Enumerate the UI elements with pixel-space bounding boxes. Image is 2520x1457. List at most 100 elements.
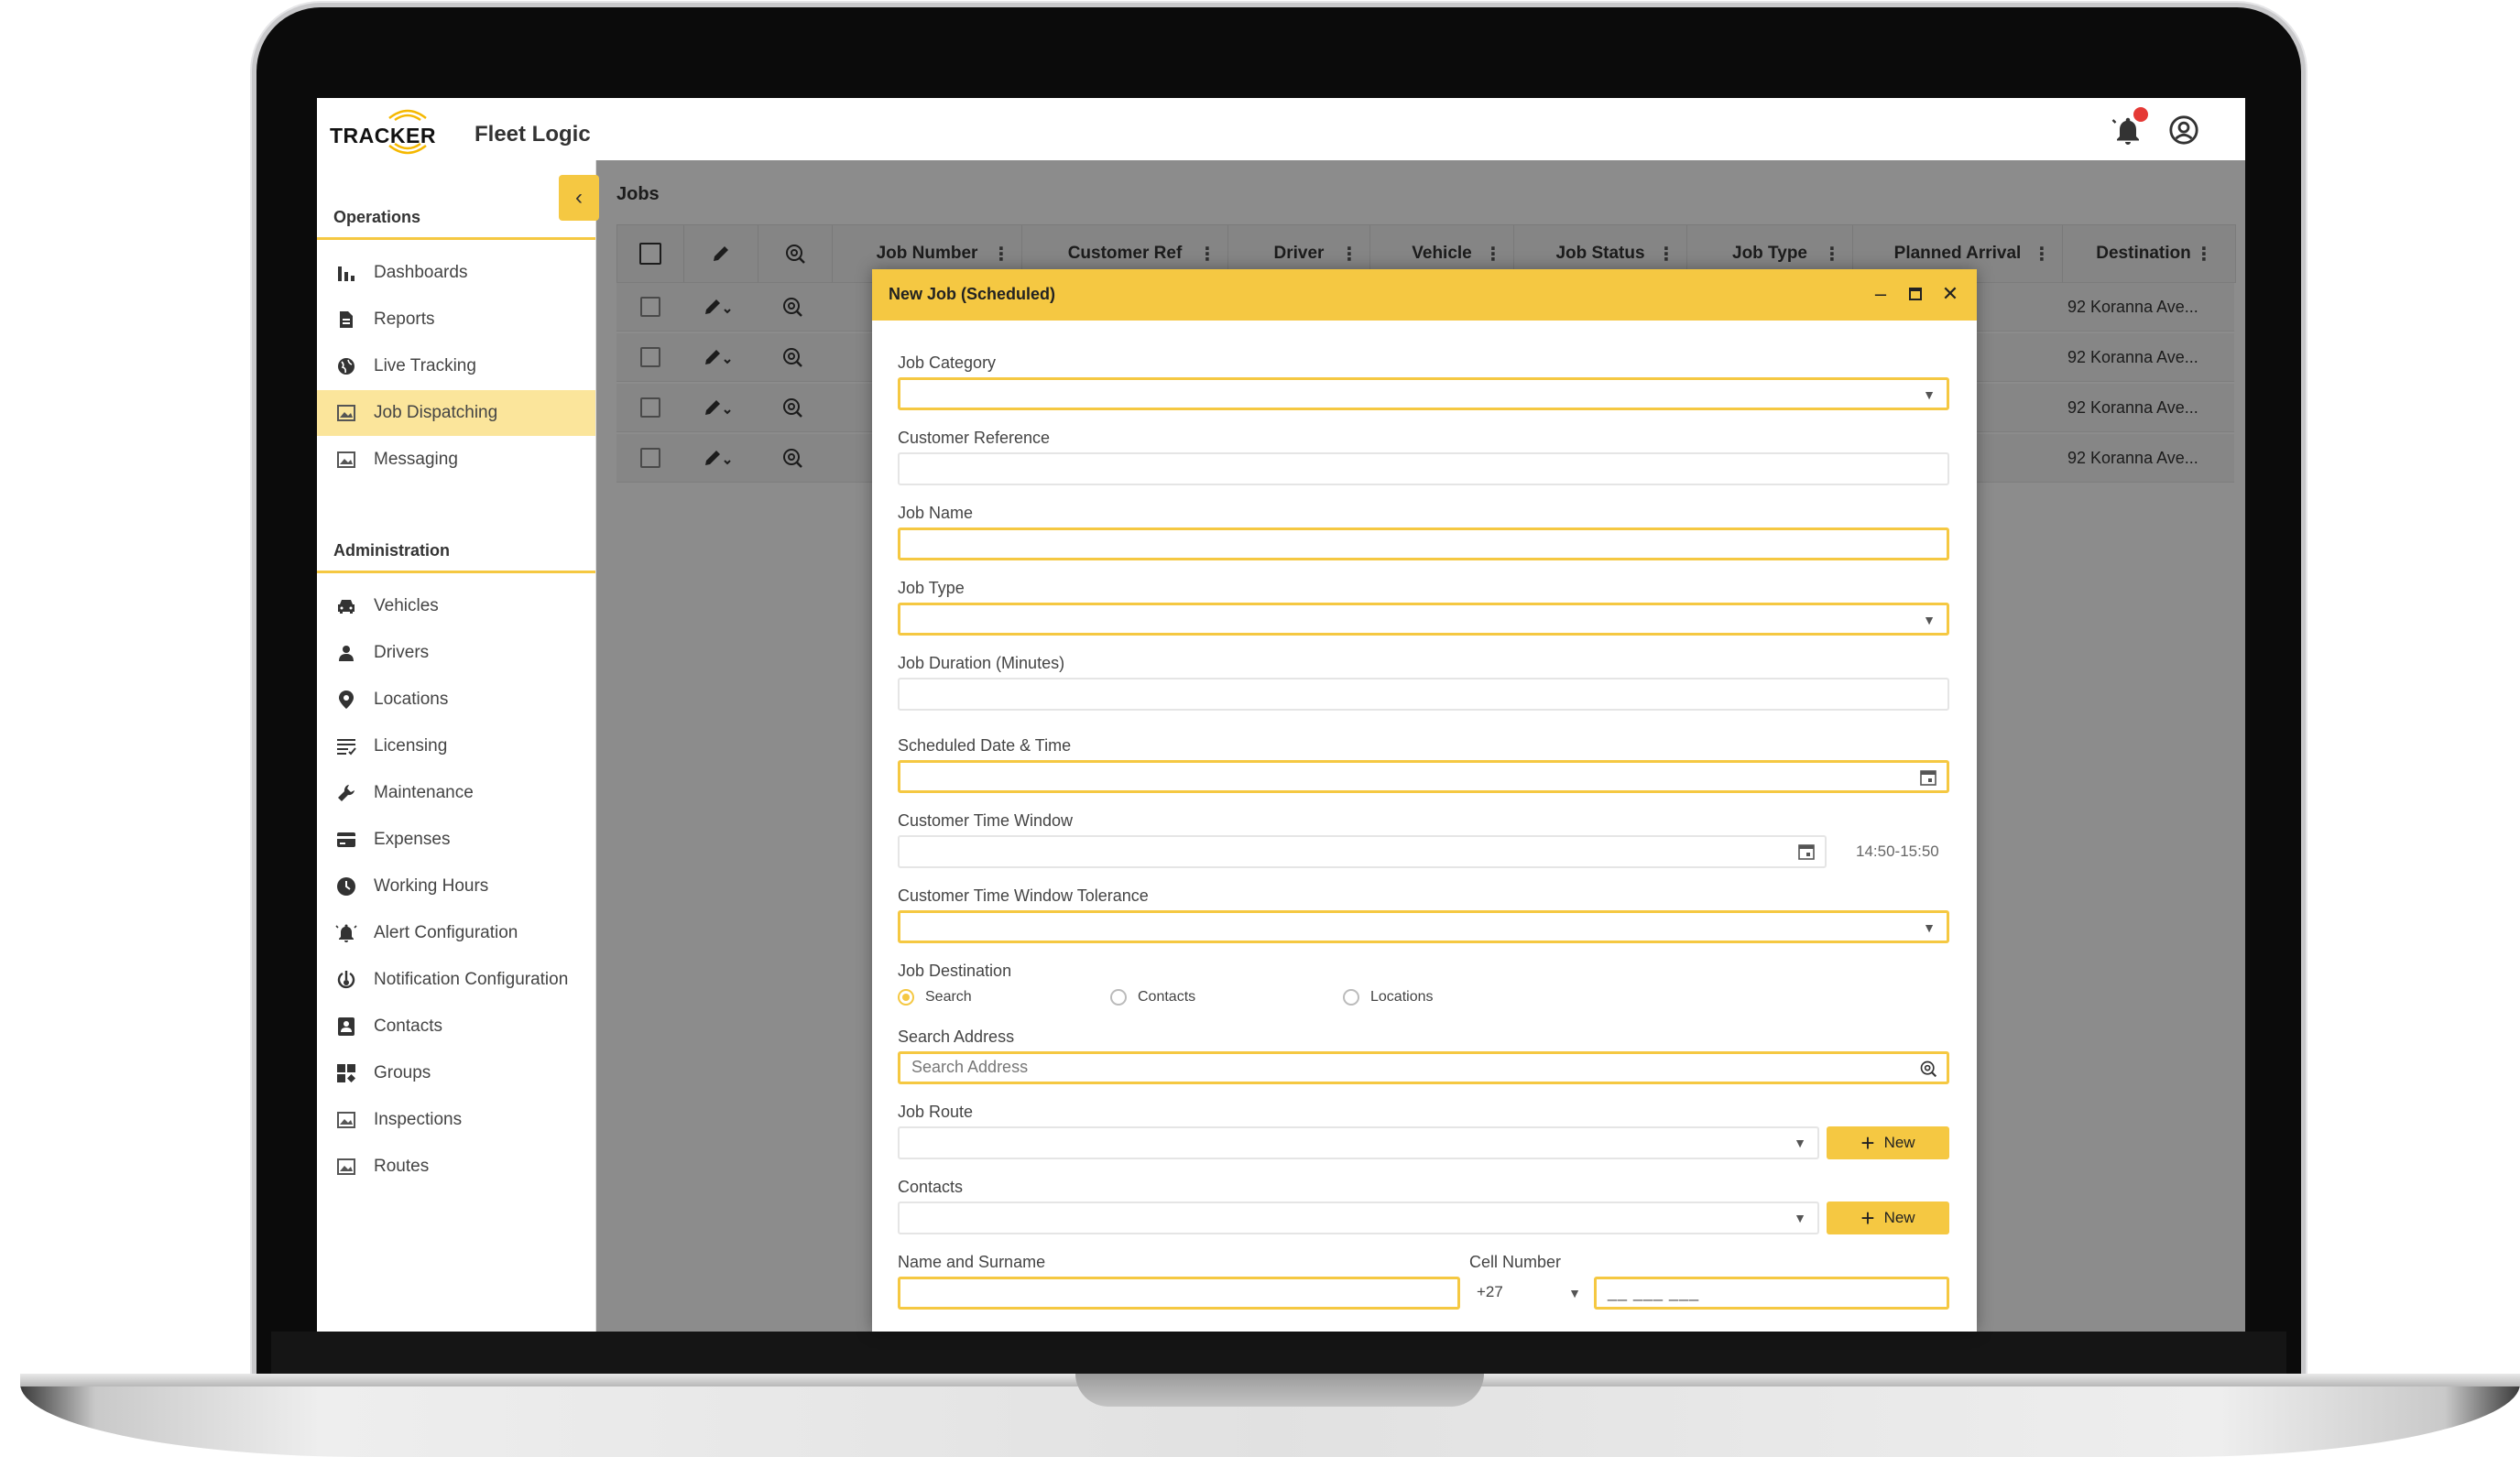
radio-dot[interactable]: [1110, 989, 1127, 1006]
sidebar-item-maintenance[interactable]: Maintenance: [317, 770, 595, 816]
name-surname-label: Name and Surname: [898, 1253, 1046, 1271]
sidebar-item-inspections[interactable]: Inspections: [317, 1097, 595, 1143]
administration-title: Administration: [333, 541, 451, 560]
sidebar-item-label: Locations: [374, 690, 449, 709]
radio-dot[interactable]: [1343, 989, 1359, 1006]
button-label: New: [1883, 1209, 1915, 1226]
sidebar-item-notification-configuration[interactable]: Notification Configuration: [317, 957, 595, 1003]
customer-reference-input[interactable]: [898, 452, 1949, 485]
sidebar-item-vehicles[interactable]: Vehicles: [317, 583, 595, 629]
top-bar: TRACKER Fleet Logic: [317, 98, 2245, 161]
administration-divider: [317, 571, 595, 573]
customer-time-window-label: Customer Time Window: [898, 811, 1074, 830]
sidebar-item-label: Alert Configuration: [374, 923, 518, 942]
job-name-label: Job Name: [898, 504, 974, 522]
radio-contacts[interactable]: Contacts: [1110, 989, 1195, 1006]
sidebar-item-alert-configuration[interactable]: Alert Configuration: [317, 910, 595, 956]
job-category-label: Job Category: [898, 353, 997, 372]
new-contact-button[interactable]: + New: [1827, 1201, 1949, 1234]
sidebar-item-label: Reports: [374, 310, 435, 329]
operations-divider: [317, 237, 595, 240]
sidebar-item-label: Messaging: [374, 450, 458, 469]
job-route-select[interactable]: ▼: [898, 1126, 1819, 1159]
job-type-label: Job Type: [898, 579, 965, 597]
calendar-icon[interactable]: [1797, 843, 1816, 861]
country-code-select[interactable]: +27 ▼: [1469, 1277, 1590, 1310]
logo-product: Fleet Logic: [475, 122, 591, 147]
plus-icon: +: [1860, 1129, 1875, 1157]
plus-icon: +: [1860, 1204, 1875, 1232]
job-category-select[interactable]: ▼: [898, 377, 1949, 410]
job-duration-input[interactable]: [898, 678, 1949, 711]
close-button[interactable]: ✕: [1936, 280, 1964, 308]
sidebar-item-drivers[interactable]: Drivers: [317, 630, 595, 676]
search-address-placeholder: Search Address: [911, 1058, 1029, 1076]
locate-search-icon[interactable]: [1919, 1060, 1937, 1078]
sidebar-item-contacts[interactable]: Contacts: [317, 1004, 595, 1049]
cell-number-input[interactable]: __ ___ ___: [1594, 1277, 1949, 1310]
job-destination-label: Job Destination: [898, 962, 1012, 980]
contact-book-icon: [335, 1016, 357, 1038]
calendar-icon[interactable]: [1919, 768, 1937, 787]
sidebar-item-routes[interactable]: Routes: [317, 1144, 595, 1190]
sidebar: Operations Dashboards Reports Live Track…: [317, 160, 596, 1332]
sidebar-item-label: Dashboards: [374, 263, 468, 282]
globe-icon: [335, 355, 357, 377]
person-icon: [335, 642, 357, 664]
image-icon: [335, 1109, 357, 1131]
image-icon: [335, 402, 357, 424]
sidebar-item-label: Maintenance: [374, 783, 474, 802]
new-route-button[interactable]: + New: [1827, 1126, 1949, 1159]
radio-search[interactable]: Search: [898, 989, 972, 1006]
sidebar-item-groups[interactable]: Groups: [317, 1050, 595, 1096]
sidebar-item-expenses[interactable]: Expenses: [317, 817, 595, 863]
sidebar-item-dashboards[interactable]: Dashboards: [317, 250, 595, 296]
job-duration-label: Job Duration (Minutes): [898, 654, 1065, 672]
tolerance-select[interactable]: ▼: [898, 910, 1949, 943]
scheduled-date-input[interactable]: [898, 760, 1949, 793]
customer-reference-label: Customer Reference: [898, 429, 1051, 447]
customer-time-window-input[interactable]: [898, 835, 1827, 868]
caret-down-icon: ▼: [1923, 387, 1936, 402]
signal-arcs-icon: [388, 109, 427, 155]
job-name-input[interactable]: [898, 527, 1949, 560]
search-address-input[interactable]: Search Address: [898, 1051, 1949, 1084]
sidebar-item-live-tracking[interactable]: Live Tracking: [317, 343, 595, 389]
wrench-icon: [335, 782, 357, 804]
sidebar-item-licensing[interactable]: Licensing: [317, 723, 595, 769]
sidebar-item-label: Working Hours: [374, 876, 489, 896]
clock-icon: [335, 875, 357, 897]
alert-bell-icon: [335, 922, 357, 944]
sidebar-item-working-hours[interactable]: Working Hours: [317, 864, 595, 909]
pin-icon: [335, 689, 357, 711]
job-route-label: Job Route: [898, 1103, 974, 1121]
minimize-button[interactable]: –: [1867, 280, 1894, 308]
country-code-value: +27: [1477, 1283, 1503, 1300]
job-type-select[interactable]: ▼: [898, 603, 1949, 636]
user-account-icon[interactable]: [2168, 114, 2199, 146]
radio-dot[interactable]: [898, 989, 914, 1006]
maximize-button[interactable]: [1902, 280, 1929, 308]
contacts-select[interactable]: ▼: [898, 1201, 1819, 1234]
name-surname-input[interactable]: [898, 1277, 1460, 1310]
radio-locations[interactable]: Locations: [1343, 989, 1434, 1006]
sidebar-item-label: Vehicles: [374, 596, 439, 615]
car-icon: [335, 595, 357, 617]
sidebar-item-messaging[interactable]: Messaging: [317, 437, 595, 483]
sidebar-item-label: Expenses: [374, 830, 451, 849]
search-address-label: Search Address: [898, 1028, 1015, 1046]
scheduled-date-label: Scheduled Date & Time: [898, 736, 1072, 755]
sidebar-item-label: Notification Configuration: [374, 970, 569, 989]
sidebar-item-reports[interactable]: Reports: [317, 297, 595, 343]
operations-title: Operations: [333, 208, 421, 226]
sidebar-item-label: Job Dispatching: [374, 403, 498, 422]
cell-number-label: Cell Number: [1469, 1253, 1562, 1271]
sidebar-item-locations[interactable]: Locations: [317, 677, 595, 723]
image-icon: [335, 449, 357, 471]
card-icon: [335, 829, 357, 851]
dialog-title: New Job (Scheduled): [889, 285, 1056, 303]
laptop-bezel: [271, 1332, 2286, 1375]
collapse-sidebar-button[interactable]: ‹: [559, 175, 599, 221]
caret-down-icon: ▼: [1923, 613, 1936, 627]
sidebar-item-job-dispatching[interactable]: Job Dispatching: [317, 390, 595, 436]
